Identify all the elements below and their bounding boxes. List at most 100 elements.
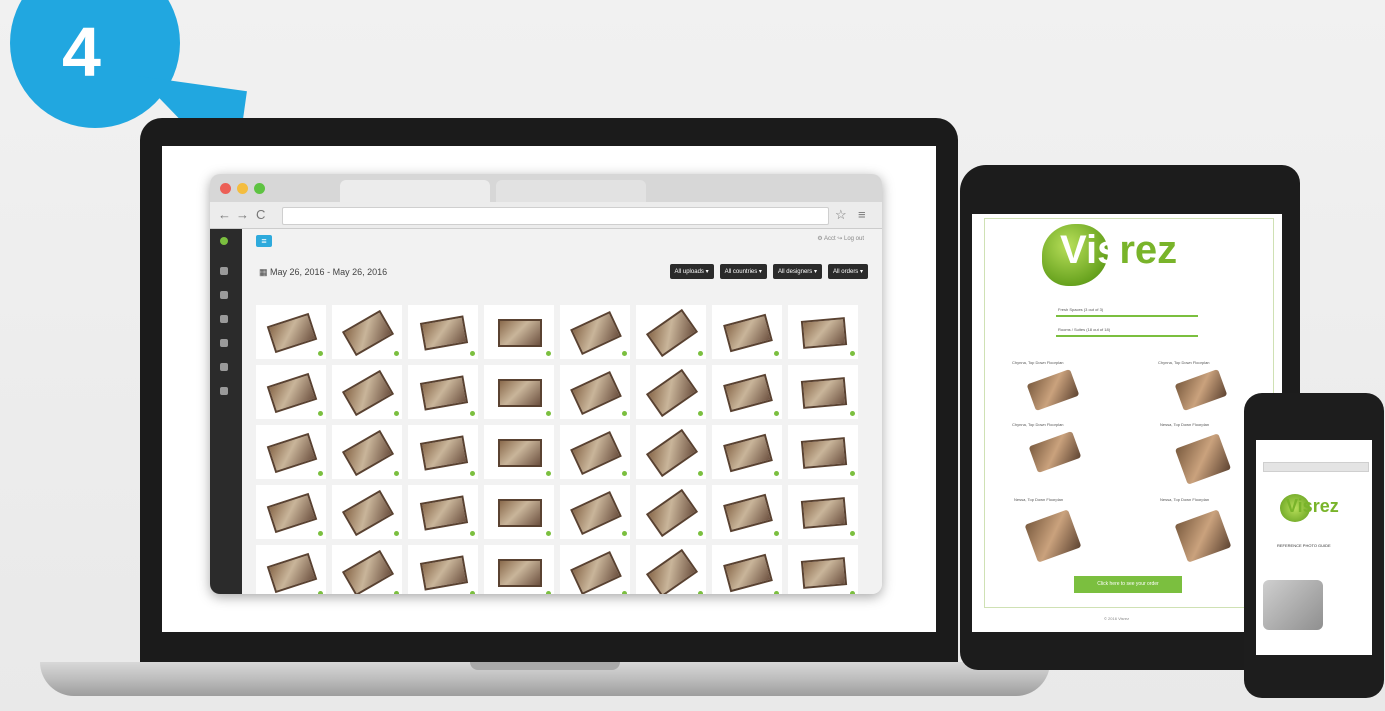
menu-icon[interactable]: ≡ (858, 207, 866, 222)
floorplan-render (800, 497, 848, 529)
address-bar[interactable] (282, 207, 829, 225)
floorplan-thumbnail[interactable] (256, 485, 326, 539)
floorplan-thumbnail[interactable] (788, 545, 858, 594)
designers-filter-button[interactable]: All designers ▾ (772, 264, 822, 279)
floorplan-thumbnail[interactable] (332, 485, 402, 539)
floorplan-thumbnail[interactable] (484, 545, 554, 594)
phone-address-bar[interactable] (1263, 462, 1369, 472)
view-order-button[interactable]: Click here to see your order (1074, 576, 1182, 593)
floorplan-thumbnail[interactable] (788, 485, 858, 539)
progress-bar-2 (1056, 335, 1198, 337)
approved-icon (850, 591, 855, 594)
browser-navbar: ← → C ☆ ≡ (210, 202, 882, 229)
star-icon[interactable]: ☆ (835, 207, 847, 223)
approved-icon (698, 351, 703, 356)
floorplan-thumbnail[interactable] (712, 425, 782, 479)
approved-icon (622, 591, 627, 594)
approved-icon (774, 471, 779, 476)
floorplan-thumbnail[interactable] (408, 425, 478, 479)
floorplan-thumbnail[interactable] (332, 305, 402, 359)
floorplan-render (570, 311, 622, 355)
floorplan-thumbnail[interactable] (484, 425, 554, 479)
countries-filter-button[interactable]: All countries ▾ (719, 264, 767, 279)
floorplan-thumbnail[interactable] (408, 545, 478, 594)
floorplan-thumbnail[interactable] (332, 425, 402, 479)
users-icon[interactable] (220, 339, 228, 347)
floorplan-thumbnail[interactable] (484, 485, 554, 539)
floorplan-render (266, 372, 318, 414)
floorplan-thumbnail[interactable] (712, 305, 782, 359)
floorplan-thumbnail[interactable] (560, 365, 630, 419)
floorplan-render (266, 432, 318, 474)
floorplan-thumbnail[interactable] (788, 365, 858, 419)
floorplan-render (498, 499, 542, 527)
browser-window: ← → C ☆ ≡ ≡ ⚙ Acct ↪ Log out ▦ May 26, 2… (210, 174, 882, 594)
menu-toggle-button[interactable]: ≡ (256, 235, 272, 247)
maximize-window-button[interactable] (254, 183, 265, 194)
floorplan-render (645, 308, 699, 358)
laptop-notch (470, 662, 620, 670)
share-icon[interactable] (220, 387, 228, 395)
floorplan-thumbnail[interactable] (560, 485, 630, 539)
floorplan-thumbnail[interactable] (332, 545, 402, 594)
approved-icon (318, 351, 323, 356)
floorplan-thumbnail[interactable] (408, 305, 478, 359)
floorplan-thumbnail[interactable] (636, 485, 706, 539)
approved-icon (546, 591, 551, 594)
approved-icon (622, 471, 627, 476)
logo-part2: rez (1119, 228, 1178, 272)
floorplan-thumbnail[interactable] (788, 305, 858, 359)
approved-icon (470, 411, 475, 416)
floorplan-thumbnail[interactable] (560, 545, 630, 594)
floorplan-render (266, 312, 318, 354)
floorplan-render (419, 315, 469, 351)
home-icon[interactable] (220, 267, 228, 275)
uploads-icon[interactable] (220, 315, 228, 323)
floorplan-thumbnail[interactable] (636, 365, 706, 419)
floorplan-thumbnail[interactable] (636, 545, 706, 594)
floorplan-thumbnail[interactable] (408, 365, 478, 419)
floorplan-thumbnail[interactable] (256, 545, 326, 594)
approved-icon (698, 411, 703, 416)
floorplan-thumbnail[interactable] (256, 425, 326, 479)
floorplan-thumbnail[interactable] (560, 305, 630, 359)
browser-tab[interactable] (340, 180, 490, 202)
orders-filter-button[interactable]: All orders ▾ (827, 264, 868, 279)
account-links[interactable]: ⚙ Acct ↪ Log out (817, 235, 864, 242)
floorplan-render (645, 428, 699, 478)
step-badge: 4 (10, 0, 247, 177)
approved-icon (622, 351, 627, 356)
stats-icon[interactable] (220, 363, 228, 371)
back-icon[interactable]: ← (218, 207, 231, 222)
floorplan-thumbnail[interactable] (256, 305, 326, 359)
logo-part1: Vis (1060, 228, 1120, 272)
floorplan-thumbnail[interactable] (788, 425, 858, 479)
progress-label-1: Fresh Spaces (3 out of 3) (1058, 307, 1104, 312)
floorplan-render (498, 319, 542, 347)
uploads-filter-button[interactable]: All uploads ▾ (669, 264, 714, 279)
floorplan-thumbnail[interactable] (408, 485, 478, 539)
date-range[interactable]: ▦ May 26, 2016 - May 26, 2016 (259, 267, 387, 278)
floorplan-thumbnail[interactable] (332, 365, 402, 419)
close-window-button[interactable] (220, 183, 231, 194)
approved-icon (318, 531, 323, 536)
floorplan-thumbnail[interactable] (712, 365, 782, 419)
floorplan-thumbnail[interactable] (484, 365, 554, 419)
browser-tab-inactive[interactable] (496, 180, 646, 202)
floorplan-render (570, 551, 622, 594)
forward-icon[interactable]: → (236, 207, 249, 222)
floorplan-thumbnail[interactable] (484, 305, 554, 359)
minimize-window-button[interactable] (237, 183, 248, 194)
cart-icon[interactable] (220, 291, 228, 299)
floorplan-thumbnail[interactable] (560, 425, 630, 479)
floorplan-render (341, 309, 395, 357)
approved-icon (698, 471, 703, 476)
floorplan-thumbnail[interactable] (256, 365, 326, 419)
floorplan-thumbnail[interactable] (636, 305, 706, 359)
approved-icon (394, 591, 399, 594)
reload-icon[interactable]: C (256, 207, 265, 222)
approved-icon (470, 351, 475, 356)
floorplan-thumbnail[interactable] (636, 425, 706, 479)
floorplan-thumbnail[interactable] (712, 485, 782, 539)
floorplan-thumbnail[interactable] (712, 545, 782, 594)
